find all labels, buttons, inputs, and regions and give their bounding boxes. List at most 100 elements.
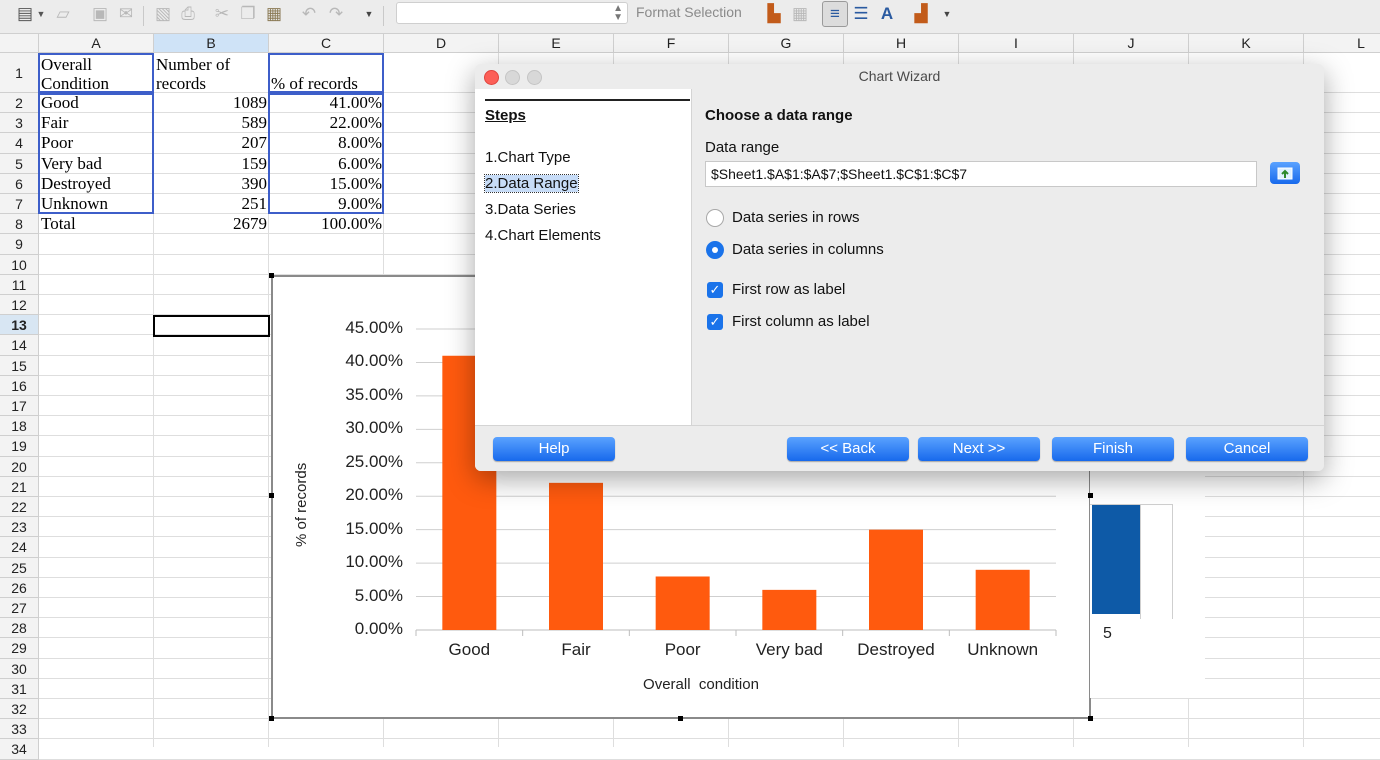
row-header-23[interactable]: 23: [0, 517, 39, 538]
overflow-dropdown-icon[interactable]: ▼: [940, 3, 954, 25]
step-chart-elements[interactable]: 4.Chart Elements: [485, 227, 601, 244]
data-table-icon[interactable]: ▦: [789, 3, 811, 25]
row-header-4[interactable]: 4: [0, 133, 39, 154]
row-header-20[interactable]: 20: [0, 456, 39, 477]
resize-handle-tl[interactable]: [269, 273, 274, 278]
finish-button[interactable]: Finish: [1052, 437, 1174, 461]
cell-b7[interactable]: 251: [154, 194, 268, 214]
row-header-34[interactable]: 34: [0, 739, 39, 760]
row-header-28[interactable]: 28: [0, 618, 39, 639]
checkbox-first-row-label[interactable]: ✓: [707, 282, 723, 298]
step-chart-type[interactable]: 1.Chart Type: [485, 149, 571, 166]
row-header-11[interactable]: 11: [0, 274, 39, 295]
row-header-1[interactable]: 1: [0, 53, 39, 93]
cell-c8[interactable]: 100.00%: [269, 214, 382, 234]
zoom-window-icon[interactable]: [527, 70, 542, 85]
column-header-c[interactable]: C: [269, 34, 384, 53]
dialog-titlebar[interactable]: Chart Wizard: [475, 64, 1324, 89]
column-header-b[interactable]: B: [154, 34, 269, 53]
row-header-19[interactable]: 19: [0, 436, 39, 457]
export-pdf-icon[interactable]: ▧: [152, 3, 174, 25]
select-range-button[interactable]: [1270, 162, 1300, 184]
chart-bar-fair[interactable]: [549, 482, 603, 630]
row-header-21[interactable]: 21: [0, 476, 39, 497]
row-header-16[interactable]: 16: [0, 375, 39, 396]
legend-icon[interactable]: ☰: [850, 3, 872, 25]
row-header-24[interactable]: 24: [0, 537, 39, 558]
chart-bar-very-bad[interactable]: [762, 589, 817, 630]
radio-series-in-columns[interactable]: [706, 241, 724, 259]
row-header-25[interactable]: 25: [0, 557, 39, 578]
chart-bar-destroyed[interactable]: [869, 529, 923, 630]
row-header-29[interactable]: 29: [0, 638, 39, 659]
column-header-f[interactable]: F: [614, 34, 729, 53]
chart-type-icon[interactable]: ▙: [763, 3, 785, 25]
row-header-33[interactable]: 33: [0, 719, 39, 740]
row-header-8[interactable]: 8: [0, 214, 39, 235]
active-cell-cursor[interactable]: [153, 315, 270, 337]
cell-b8[interactable]: 2679: [154, 214, 267, 234]
chart-bar-poor[interactable]: [655, 576, 710, 630]
cut-icon[interactable]: ✂: [211, 3, 233, 25]
row-header-9[interactable]: 9: [0, 234, 39, 255]
new-dropdown-icon[interactable]: ▼: [36, 3, 46, 25]
column-header-i[interactable]: I: [959, 34, 1074, 53]
second-chart-object[interactable]: 5: [1090, 470, 1205, 698]
cell-b3[interactable]: 589: [154, 113, 268, 133]
help-button[interactable]: Help: [493, 437, 615, 461]
step-data-range[interactable]: 2.Data Range: [484, 174, 579, 193]
row-header-17[interactable]: 17: [0, 396, 39, 417]
paste-icon[interactable]: ▦: [263, 3, 285, 25]
next-button[interactable]: Next >>: [918, 437, 1040, 461]
cell-a8[interactable]: Total: [41, 214, 153, 234]
selection-combobox[interactable]: ▲ ▼: [396, 2, 628, 24]
row-header-13[interactable]: 13: [0, 315, 39, 336]
row-header-22[interactable]: 22: [0, 497, 39, 518]
column-header-a[interactable]: A: [39, 34, 154, 53]
row-header-15[interactable]: 15: [0, 355, 39, 376]
resize-handle-bl[interactable]: [269, 716, 274, 721]
step-data-series[interactable]: 3.Data Series: [485, 201, 576, 218]
column-header-k[interactable]: K: [1189, 34, 1304, 53]
row-header-32[interactable]: 32: [0, 699, 39, 720]
open-folder-icon[interactable]: ▱: [52, 3, 74, 25]
row-header-14[interactable]: 14: [0, 335, 39, 356]
cell-b6[interactable]: 390: [154, 174, 268, 194]
back-button[interactable]: << Back: [787, 437, 909, 461]
column-header-l[interactable]: L: [1304, 34, 1380, 53]
cell-b2[interactable]: 1089: [154, 93, 267, 113]
column-header-g[interactable]: G: [729, 34, 844, 53]
copy-icon[interactable]: ❐: [237, 3, 259, 25]
column-header-j[interactable]: J: [1074, 34, 1189, 53]
row-header-3[interactable]: 3: [0, 113, 39, 134]
column-header-e[interactable]: E: [499, 34, 614, 53]
row-header-26[interactable]: 26: [0, 577, 39, 598]
row-header-2[interactable]: 2: [0, 93, 39, 114]
cell-b1[interactable]: Number of records: [156, 55, 266, 93]
cell-b5[interactable]: 159: [154, 154, 268, 174]
radio-series-in-rows[interactable]: [706, 209, 724, 227]
checkbox-first-row-label-text[interactable]: First row as label: [732, 281, 845, 298]
select-all-corner[interactable]: [0, 34, 39, 53]
close-window-icon[interactable]: [484, 70, 499, 85]
insert-chart-icon[interactable]: ▟: [910, 3, 932, 25]
row-header-6[interactable]: 6: [0, 173, 39, 194]
cancel-button[interactable]: Cancel: [1186, 437, 1308, 461]
redo-icon[interactable]: ↷: [325, 3, 347, 25]
overflow-dropdown-icon[interactable]: ▼: [362, 3, 376, 25]
new-document-icon[interactable]: ▤: [14, 3, 36, 25]
save-icon[interactable]: ▣: [89, 3, 111, 25]
row-header-31[interactable]: 31: [0, 678, 39, 699]
resize-handle-r[interactable]: [1088, 493, 1093, 498]
row-header-12[interactable]: 12: [0, 295, 39, 316]
row-header-18[interactable]: 18: [0, 416, 39, 437]
checkbox-first-column-label[interactable]: ✓: [707, 314, 723, 330]
chart-bar-unknown[interactable]: [975, 569, 1030, 630]
minimize-window-icon[interactable]: [505, 70, 520, 85]
radio-series-in-rows-label[interactable]: Data series in rows: [732, 209, 860, 226]
data-range-input[interactable]: $Sheet1.$A$1:$A$7;$Sheet1.$C$1:$C$7: [705, 161, 1257, 187]
row-header-7[interactable]: 7: [0, 194, 39, 215]
column-header-h[interactable]: H: [844, 34, 959, 53]
row-header-27[interactable]: 27: [0, 598, 39, 619]
radio-series-in-columns-label[interactable]: Data series in columns: [732, 241, 884, 258]
